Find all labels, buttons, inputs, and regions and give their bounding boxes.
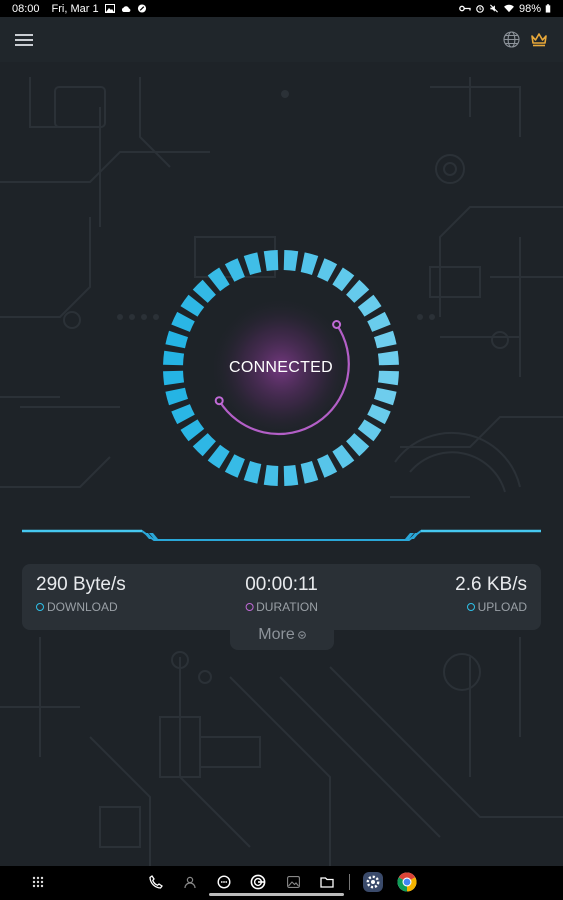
more-label: More	[258, 626, 295, 643]
download-speed: 290 Byte/s	[36, 574, 126, 595]
status-time: 08:00	[12, 2, 40, 15]
hamburger-menu-icon[interactable]	[12, 28, 36, 52]
nav-separator	[349, 874, 350, 890]
battery-icon	[545, 4, 551, 13]
decorative-divider	[22, 529, 541, 541]
contacts-icon[interactable]	[179, 871, 201, 893]
connection-status-label: CONNECTED	[228, 359, 334, 376]
connect-button[interactable]: CONNECTED	[160, 247, 402, 489]
messages-icon[interactable]	[213, 871, 235, 893]
upload-speed: 2.6 KB/s	[455, 574, 527, 595]
download-icon	[36, 603, 44, 611]
duration-stat: 00:00:11 DURATION	[245, 574, 318, 614]
battery-percent: 98%	[518, 2, 541, 15]
duration-icon	[245, 603, 254, 611]
upload-icon	[466, 603, 475, 611]
cloud-notification-icon	[121, 6, 130, 12]
vpn-app-screen: CONNECTED 290 Byte/s DOWNLOAD 00:00:11 D…	[0, 17, 563, 866]
app-bar	[0, 17, 563, 62]
status-bar: 08:00 Fri, Mar 1 98%	[0, 0, 563, 17]
alarm-icon	[476, 5, 484, 13]
system-nav-bar	[0, 866, 563, 900]
wifi-icon	[504, 4, 514, 13]
settings-icon[interactable]	[362, 871, 384, 893]
files-icon[interactable]	[316, 871, 338, 893]
status-date: Fri, Mar 1	[51, 2, 99, 15]
home-indicator[interactable]	[209, 893, 344, 896]
download-label: DOWNLOAD	[47, 600, 118, 614]
gboard-icon[interactable]	[247, 871, 269, 893]
chevron-down-icon	[297, 631, 306, 639]
upload-label: UPLOAD	[477, 600, 527, 614]
download-stat: 290 Byte/s DOWNLOAD	[36, 574, 126, 614]
mute-icon	[489, 4, 498, 13]
duration-label: DURATION	[256, 600, 318, 614]
duration-value: 00:00:11	[245, 574, 318, 595]
upload-stat: 2.6 KB/s UPLOAD	[455, 574, 527, 614]
chrome-icon[interactable]	[396, 871, 418, 893]
phone-icon[interactable]	[145, 871, 167, 893]
globe-icon[interactable]	[499, 28, 523, 52]
gallery-notification-icon	[104, 4, 115, 13]
more-button[interactable]: More	[230, 620, 334, 650]
vpn-key-icon	[459, 5, 471, 12]
gallery-icon[interactable]	[282, 871, 304, 893]
apps-grid-icon[interactable]	[27, 871, 49, 893]
crown-icon[interactable]	[527, 28, 551, 52]
vpn-app-notification-icon	[137, 4, 146, 13]
